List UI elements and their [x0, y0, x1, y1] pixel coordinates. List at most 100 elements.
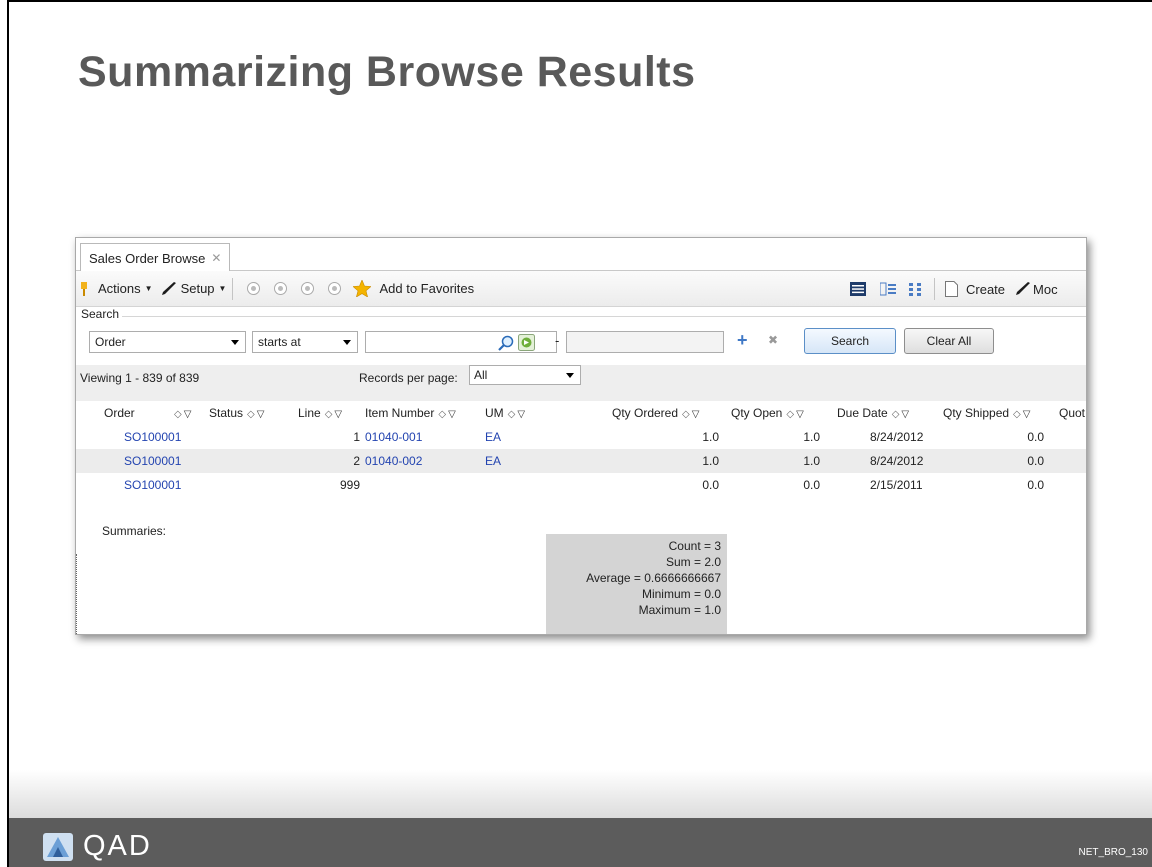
search-button[interactable]: Search — [804, 328, 896, 354]
column-header-status[interactable]: Status ◇ ▽ — [209, 406, 264, 420]
resize-handle[interactable] — [76, 554, 77, 634]
qad-logo: QAD — [43, 830, 152, 863]
actions-label: Actions — [98, 281, 141, 296]
table-row[interactable]: SO100001 2 01040-002 EA 1.0 1.0 8/24/201… — [76, 449, 1086, 473]
item-number-cell[interactable]: 01040-002 — [365, 454, 422, 468]
add-to-favorites-button[interactable]: Add to Favorites — [353, 280, 474, 297]
summary-count: Count = 3 — [668, 539, 721, 553]
star-icon — [353, 280, 372, 297]
column-header-item-number[interactable]: Item Number ◇ ▽ — [365, 406, 456, 420]
records-per-page-select[interactable]: All — [469, 365, 581, 385]
qty-open-cell: 0.0 — [803, 478, 820, 492]
grid-header: Order ◇ ▽ Status ◇ ▽ Line ◇ ▽ Item Number ◇ ▽ U… — [76, 401, 1086, 425]
dropdown-arrow-icon: ▼ — [218, 284, 227, 293]
qad-logo-icon — [43, 832, 73, 861]
chevron-down-icon — [343, 340, 351, 345]
line-cell: 2 — [353, 454, 360, 468]
create-button[interactable]: Create — [945, 281, 1005, 297]
column-header-qty-ordered[interactable]: Qty Ordered ◇ ▽ — [612, 406, 699, 420]
sort-icon: ◇ — [324, 409, 333, 420]
go-arrow-icon[interactable] — [518, 334, 535, 351]
um-cell[interactable]: EA — [485, 430, 501, 444]
column-header-qty-shipped[interactable]: Qty Shipped ◇ ▽ — [943, 406, 1030, 420]
chevron-down-icon — [231, 340, 239, 345]
search-value-input[interactable] — [365, 331, 557, 353]
add-criteria-icon[interactable]: + — [737, 330, 748, 351]
pin-icon[interactable] — [80, 281, 88, 296]
search-section-label: Search — [81, 307, 120, 321]
first-record-icon[interactable] — [247, 282, 261, 295]
qty-shipped-cell: 0.0 — [1027, 430, 1044, 444]
search-field-value: Order — [95, 335, 126, 349]
dropdown-arrow-icon: ▼ — [144, 284, 153, 293]
search-operator-value: starts at — [258, 335, 301, 349]
modify-button[interactable]: Moc — [1015, 282, 1058, 297]
toolbar: Actions ▼ Setup ▼ Add to Favorites Creat… — [76, 271, 1086, 307]
close-icon[interactable]: ✕ — [211, 251, 221, 265]
sort-icon: ◇ — [507, 409, 516, 420]
filter-icon: ▽ — [334, 409, 343, 420]
search-field-select[interactable]: Order — [89, 331, 246, 353]
summary-minimum: Minimum = 0.0 — [641, 587, 721, 601]
detail-view-icon[interactable] — [880, 282, 896, 296]
pencil-icon — [1016, 282, 1031, 295]
qty-ordered-cell: 1.0 — [702, 430, 719, 444]
qty-open-cell: 1.0 — [803, 454, 820, 468]
sort-icon: ◇ — [438, 409, 447, 420]
sort-icon: ◇ — [682, 409, 690, 420]
clear-all-button[interactable]: Clear All — [904, 328, 994, 354]
summary-average: Average = 0.6666666667 — [586, 571, 721, 585]
list-view-icon[interactable] — [850, 282, 866, 296]
column-header-line[interactable]: Line ◇ ▽ — [298, 406, 342, 420]
column-header-qty-open[interactable]: Qty Open ◇ ▽ — [731, 406, 804, 420]
column-header-um[interactable]: UM ◇ ▽ — [485, 406, 525, 420]
lookup-search-icon[interactable] — [498, 335, 514, 351]
qty-shipped-cell: 0.0 — [1027, 478, 1044, 492]
summary-maximum: Maximum = 1.0 — [638, 603, 721, 617]
due-date-cell: 8/24/2012 — [870, 454, 924, 468]
new-document-icon — [945, 281, 958, 297]
create-label: Create — [966, 281, 1006, 297]
tab-label: Sales Order Browse — [89, 250, 206, 266]
sort-icon[interactable]: ◇ ▽ — [170, 406, 191, 420]
tab-sales-order-browse[interactable]: Sales Order Browse ✕ — [80, 243, 231, 272]
qty-shipped-cell: 0.0 — [1027, 454, 1044, 468]
previous-record-icon[interactable] — [274, 282, 288, 295]
last-record-icon[interactable] — [328, 282, 342, 295]
setup-menu[interactable]: Setup ▼ — [161, 281, 227, 296]
column-header-due-date[interactable]: Due Date ◇ ▽ — [837, 406, 909, 420]
order-cell[interactable]: SO100001 — [124, 478, 181, 492]
setup-label: Setup — [180, 281, 215, 296]
slide-title: Summarizing Browse Results — [78, 48, 696, 96]
qad-logo-text: QAD — [83, 830, 152, 862]
column-header-quote[interactable]: Quot — [1059, 406, 1085, 420]
due-date-cell: 2/15/2011 — [870, 478, 923, 492]
summary-panel: Count = 3 Sum = 2.0 Average = 0.66666666… — [546, 534, 727, 634]
filter-icon: ▽ — [901, 409, 910, 420]
search-value-to-input[interactable] — [566, 331, 724, 353]
table-row[interactable]: SO100001 999 0.0 0.0 2/15/2011 0.0 — [76, 473, 1086, 497]
grid-view-icon[interactable] — [908, 282, 924, 296]
remove-criteria-icon[interactable]: ✖ — [768, 333, 778, 347]
um-cell[interactable]: EA — [485, 454, 501, 468]
table-row[interactable]: SO100001 1 01040-001 EA 1.0 1.0 8/24/201… — [76, 425, 1086, 449]
toolbar-right: Create Moc — [850, 271, 1058, 307]
chevron-down-icon — [566, 373, 574, 378]
order-cell[interactable]: SO100001 — [124, 454, 181, 468]
filter-icon: ▽ — [256, 409, 265, 420]
qty-ordered-cell: 1.0 — [702, 454, 719, 468]
order-cell[interactable]: SO100001 — [124, 430, 181, 444]
sales-order-browse-window: Sales Order Browse ✕ Actions ▼ Setup ▼ A… — [75, 237, 1087, 635]
next-record-icon[interactable] — [301, 282, 315, 295]
search-operator-select[interactable]: starts at — [252, 331, 358, 353]
range-dash: - — [555, 333, 560, 348]
search-button-label: Search — [830, 334, 870, 348]
summary-sum: Sum = 2.0 — [665, 555, 721, 569]
viewing-count: Viewing 1 - 839 of 839 — [80, 371, 200, 385]
toolbar-separator — [232, 277, 234, 300]
column-header-order[interactable]: Order — [104, 406, 135, 420]
item-number-cell[interactable]: 01040-001 — [365, 430, 422, 444]
qty-ordered-cell: 0.0 — [702, 478, 719, 492]
sort-icon: ◇ — [1013, 409, 1021, 420]
actions-menu[interactable]: Actions ▼ — [98, 281, 153, 296]
